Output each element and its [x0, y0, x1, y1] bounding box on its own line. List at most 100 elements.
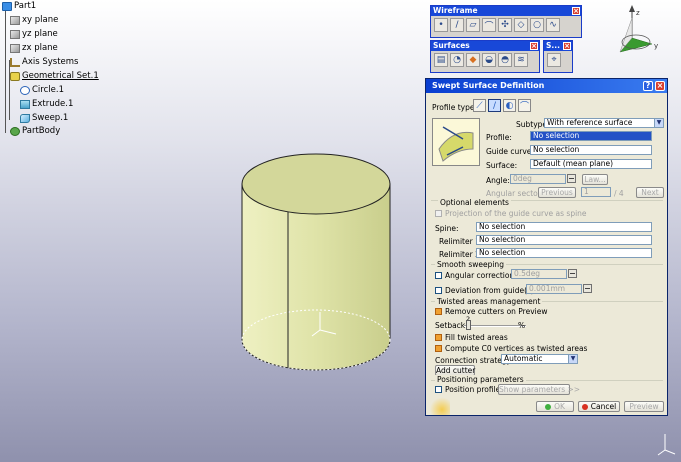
specification-tree: Part1 xy plane yz plane zx plane Axis Sy… — [0, 0, 130, 140]
angle-label: Angle: — [486, 176, 510, 185]
previous-button[interactable]: Previous — [538, 187, 576, 198]
fill-twisted-checkbox[interactable] — [435, 334, 442, 341]
point-icon[interactable]: • — [434, 18, 448, 32]
profile-type-explicit-button[interactable]: ⟋ — [473, 99, 486, 112]
remove-cutters-label: Remove cutters on Preview — [445, 307, 548, 316]
fill-icon[interactable]: ◒ — [482, 53, 496, 67]
show-parameters-button[interactable]: Show parameters >> — [498, 384, 580, 395]
remove-cutters-checkbox[interactable] — [435, 308, 442, 315]
compute-c0-checkbox[interactable] — [435, 345, 442, 352]
spine-field[interactable]: No selection — [476, 222, 652, 232]
angular-correction-field[interactable]: 0.5deg — [511, 269, 567, 279]
conic-profile-icon: ⌒ — [519, 102, 529, 112]
tree-item-partbody[interactable]: PartBody — [10, 125, 60, 137]
relimiter1-field[interactable]: No selection — [476, 235, 652, 245]
optional-elements-header: Optional elements — [438, 198, 511, 207]
surface-field[interactable]: Default (mean plane) — [530, 159, 652, 169]
position-profile-label: Position profile — [445, 385, 501, 394]
swept-surface-dialog[interactable]: Swept Surface Definition ? × Profile typ… — [425, 78, 668, 416]
preview-button[interactable]: Preview — [624, 401, 664, 412]
setback-slider-track[interactable] — [464, 325, 526, 327]
angular-correction-spinner[interactable] — [568, 269, 577, 278]
subtype-combo[interactable]: With reference surface ▼ — [544, 118, 664, 128]
sector-field[interactable]: 1 — [581, 187, 611, 197]
close-icon[interactable]: × — [655, 81, 665, 91]
circle-tool-icon[interactable]: ○ — [530, 18, 544, 32]
deviation-spinner[interactable] — [583, 284, 592, 293]
tree-branch-line — [9, 60, 10, 120]
tree-item-label: Axis Systems — [22, 57, 79, 67]
compass-icon[interactable]: z y — [612, 4, 662, 60]
tree-item-label: yz plane — [22, 29, 58, 39]
close-icon[interactable]: × — [530, 42, 538, 50]
small-toolbar[interactable]: S... × ⌖ — [543, 40, 573, 73]
tree-item-circle[interactable]: Circle.1 — [20, 84, 64, 96]
tree-root-label: Part1 — [14, 1, 37, 11]
multi-section-icon[interactable]: ◓ — [498, 53, 512, 67]
projection-checkbox[interactable] — [435, 210, 442, 217]
projection-icon[interactable]: ⌒ — [482, 18, 496, 32]
surfaces-toolbar[interactable]: Surfaces × ▤ ◔ ◆ ◒ ◓ ≋ — [430, 40, 540, 73]
analysis-icon[interactable]: ⌖ — [547, 53, 561, 67]
angle-field[interactable]: 0deg — [510, 174, 566, 184]
angular-sector-label: Angular sector: — [486, 189, 544, 198]
profile-type-line-button[interactable]: ∕ — [488, 99, 501, 112]
ok-icon — [545, 404, 552, 410]
spline-icon[interactable]: ∿ — [546, 18, 560, 32]
compass-z-label: z — [636, 9, 640, 17]
chevron-down-icon[interactable]: ▼ — [654, 119, 663, 127]
tree-item-geometrical-set[interactable]: Geometrical Set.1 — [10, 70, 99, 82]
positioning-header: Positioning parameters — [435, 375, 526, 384]
angular-correction-checkbox[interactable] — [435, 272, 442, 279]
ok-button[interactable]: OK — [536, 401, 574, 412]
tree-item-xy-plane[interactable]: xy plane — [10, 14, 58, 26]
chevron-down-icon[interactable]: ▼ — [568, 355, 577, 363]
profile-label: Profile: — [486, 133, 512, 142]
tree-item-extrude[interactable]: Extrude.1 — [20, 98, 73, 110]
tree-item-sweep[interactable]: Sweep.1 — [20, 112, 68, 124]
wireframe-toolbar[interactable]: Wireframe × • / ▱ ⌒ ✣ ◇ ○ ∿ — [430, 5, 582, 38]
profile-field[interactable]: No selection — [530, 131, 652, 141]
close-icon[interactable]: × — [572, 7, 580, 15]
plane-icon — [10, 43, 20, 53]
relimiter2-field[interactable]: No selection — [476, 248, 652, 258]
intersection-icon[interactable]: ✣ — [498, 18, 512, 32]
setback-slider-thumb[interactable] — [466, 320, 471, 330]
tree-item-zx-plane[interactable]: zx plane — [10, 42, 58, 54]
close-icon[interactable]: × — [563, 42, 571, 50]
deviation-field[interactable]: 0.001mm — [526, 284, 582, 294]
profile-type-conic-button[interactable]: ⌒ — [518, 99, 531, 112]
connection-strategy-combo[interactable]: Automatic ▼ — [501, 354, 578, 364]
extrude-tool-icon[interactable]: ▤ — [434, 53, 448, 67]
offset-icon[interactable]: ◇ — [514, 18, 528, 32]
plane-tool-icon[interactable]: ▱ — [466, 18, 480, 32]
tree-item-yz-plane[interactable]: yz plane — [10, 28, 58, 40]
revolve-icon[interactable]: ◔ — [450, 53, 464, 67]
deviation-checkbox[interactable] — [435, 287, 442, 294]
cylinder-surface[interactable] — [240, 150, 392, 380]
connection-strategy-value: Automatic — [504, 354, 543, 363]
tree-root-part1[interactable]: Part1 — [2, 0, 36, 12]
sweep-tool-icon[interactable]: ◆ — [466, 53, 480, 67]
cancel-button[interactable]: Cancel — [578, 401, 620, 412]
twisted-areas-header: Twisted areas management — [435, 297, 543, 306]
circle-icon — [20, 85, 30, 95]
next-button[interactable]: Next — [636, 187, 664, 198]
blend-icon[interactable]: ≋ — [514, 53, 528, 67]
part-body-icon — [10, 126, 20, 136]
dialog-title: Swept Surface Definition — [432, 81, 545, 90]
position-profile-checkbox[interactable] — [435, 386, 442, 393]
line-icon[interactable]: / — [450, 18, 464, 32]
global-axis-icon — [657, 434, 676, 456]
subtype-preview-image — [432, 118, 480, 166]
plane-icon — [10, 29, 20, 39]
tree-item-axis-systems[interactable]: Axis Systems — [10, 56, 78, 68]
law-button[interactable]: Law... — [582, 174, 608, 185]
help-icon[interactable]: ? — [643, 81, 653, 91]
profile-type-circle-button[interactable]: ◐ — [503, 99, 516, 112]
spine-label: Spine: — [435, 224, 459, 233]
guide-curve-field[interactable]: No selection — [530, 145, 652, 155]
projection-label: Projection of the guide curve as spine — [445, 209, 587, 218]
geometrical-set-icon — [10, 71, 20, 81]
angle-spinner[interactable] — [567, 174, 576, 183]
